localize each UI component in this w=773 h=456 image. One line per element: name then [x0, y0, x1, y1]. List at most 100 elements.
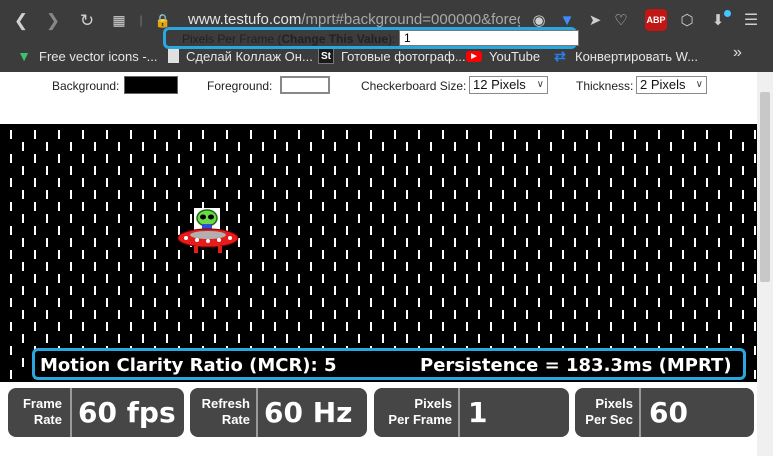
persistence-value: Persistence = 183.3ms (MPRT) [420, 355, 732, 376]
pattern-dash [166, 214, 168, 223]
checkerboard-pattern [10, 130, 756, 379]
pattern-dash [22, 262, 24, 271]
pattern-dash [562, 130, 564, 139]
reload-icon[interactable]: ↻ [76, 9, 98, 31]
speed-dial-icon[interactable]: ▦ [108, 9, 130, 31]
pattern-dash [310, 214, 312, 223]
background-color-picker[interactable] [124, 76, 178, 94]
bookmark-item[interactable]: ⇄ Конвертировать W... [552, 46, 698, 66]
pattern-dash [562, 226, 564, 235]
pattern-dash [586, 130, 588, 139]
pattern-dash [10, 226, 12, 235]
pattern-dash [454, 262, 456, 271]
pattern-dash [754, 130, 756, 139]
pattern-dash [274, 274, 276, 283]
pattern-dash [490, 226, 492, 235]
pattern-dash [514, 130, 516, 139]
menu-icon[interactable]: ☰ [740, 9, 762, 31]
pattern-dash [82, 250, 84, 259]
pixels-per-frame-value: 1 [468, 396, 488, 429]
pattern-dash [370, 298, 372, 307]
send-icon[interactable]: ➤ [584, 9, 606, 31]
divider [639, 388, 641, 437]
pattern-dash [754, 154, 756, 163]
pattern-dash [754, 322, 756, 331]
pattern-dash [70, 310, 72, 319]
checkerboard-size-select[interactable]: 12 Pixels ∨ [469, 76, 548, 94]
bookmark-label: Готовые фотограф... [341, 48, 466, 64]
pattern-dash [622, 142, 624, 151]
pattern-dash [418, 322, 420, 331]
pattern-dash [574, 286, 576, 295]
pattern-dash [658, 202, 660, 211]
pattern-dash [394, 274, 396, 283]
pattern-dash [346, 322, 348, 331]
pattern-dash [718, 310, 720, 319]
pattern-dash [742, 262, 744, 271]
pattern-dash [10, 346, 12, 355]
bookmark-item[interactable]: ▶ YouTube [466, 46, 540, 66]
adblock-plus-icon[interactable]: ABP [645, 9, 667, 31]
pattern-dash [322, 322, 324, 331]
pattern-dash [142, 238, 144, 247]
pattern-dash [658, 250, 660, 259]
cube-icon[interactable]: ⬡ [676, 9, 698, 31]
more-bookmarks-icon[interactable]: » [733, 44, 742, 62]
bookmark-item[interactable]: St Готовые фотограф... [318, 46, 466, 66]
stat-label-line: Frame [22, 396, 62, 411]
forward-icon[interactable]: ❯ [42, 9, 64, 31]
pattern-dash [598, 190, 600, 199]
pattern-dash [706, 298, 708, 307]
pattern-dash [214, 286, 216, 295]
pattern-dash [178, 322, 180, 331]
pattern-dash [418, 178, 420, 187]
heart-icon[interactable]: ♡ [610, 9, 632, 31]
pattern-dash [502, 262, 504, 271]
pattern-dash [130, 154, 132, 163]
pattern-dash [454, 334, 456, 343]
pattern-dash [562, 298, 564, 307]
pattern-dash [430, 190, 432, 199]
pattern-dash [358, 262, 360, 271]
pattern-dash [646, 262, 648, 271]
scrollbar-thumb[interactable] [760, 92, 770, 282]
foreground-color-picker[interactable] [280, 76, 330, 94]
pattern-dash [286, 334, 288, 343]
pattern-dash [634, 298, 636, 307]
background-label: Background: [52, 79, 120, 93]
pattern-dash [466, 226, 468, 235]
pattern-dash [94, 310, 96, 319]
pattern-dash [82, 154, 84, 163]
pattern-dash [94, 214, 96, 223]
pixels-per-frame-input[interactable]: 1 [399, 30, 579, 46]
pattern-dash [694, 142, 696, 151]
pattern-dash [454, 214, 456, 223]
pattern-dash [622, 334, 624, 343]
pattern-dash [274, 130, 276, 139]
pattern-dash [34, 130, 36, 139]
bookmark-item[interactable]: Сделай Коллаж Он... [168, 46, 313, 66]
pattern-dash [670, 166, 672, 175]
pattern-dash [406, 286, 408, 295]
pattern-dash [118, 142, 120, 151]
pattern-dash [130, 202, 132, 211]
divider [458, 388, 460, 437]
thickness-label: Thickness: [576, 79, 634, 93]
pattern-dash [718, 190, 720, 199]
thickness-select[interactable]: 2 Pixels ∨ [636, 76, 707, 94]
stat-label-line: Pixels [595, 396, 633, 411]
pattern-dash [430, 286, 432, 295]
pattern-dash [286, 310, 288, 319]
test-controls: Background: Foreground: Checkerboard Siz… [0, 72, 773, 124]
pattern-dash [358, 214, 360, 223]
pattern-dash [490, 322, 492, 331]
pattern-dash [382, 286, 384, 295]
stats-panel: Frame Rate 60 fps Refresh Rate 60 Hz Pixel… [0, 382, 757, 456]
back-icon[interactable]: ❮ [10, 9, 32, 31]
pattern-dash [34, 250, 36, 259]
pattern-dash [658, 274, 660, 283]
bookmark-item[interactable]: ▼ Free vector icons -... [16, 46, 157, 66]
pattern-dash [106, 298, 108, 307]
pattern-dash [610, 298, 612, 307]
pattern-dash [622, 214, 624, 223]
